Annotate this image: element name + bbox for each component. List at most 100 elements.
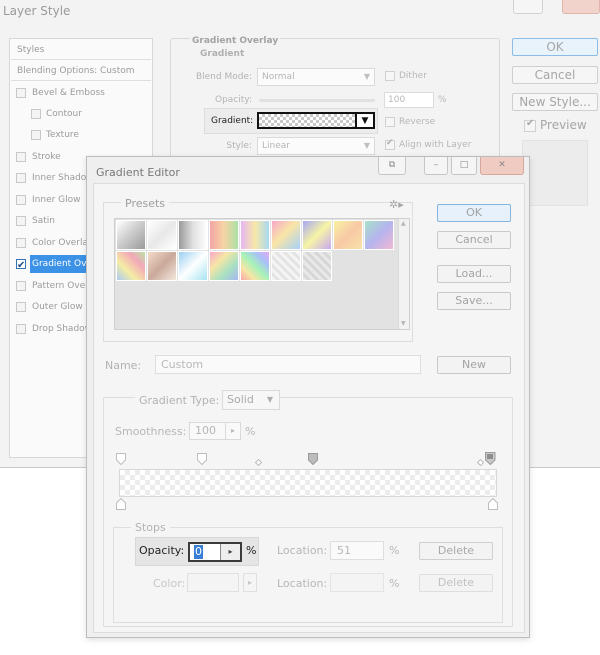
smoothness-input[interactable]: 100 ▸ (189, 422, 241, 440)
new-gradient-button[interactable]: New (437, 356, 511, 374)
delete-opacity-stop-button[interactable]: Delete (419, 542, 493, 560)
color-stop-marker[interactable] (488, 498, 498, 510)
inner-shadow-checkbox[interactable] (16, 173, 26, 183)
close-icon[interactable]: ✕ (480, 157, 524, 175)
style-label: Style: (226, 141, 252, 151)
preset-gradient-swatch[interactable] (302, 251, 332, 281)
load-button[interactable]: Load... (437, 265, 511, 283)
opacity-midpoint-marker[interactable] (477, 459, 484, 466)
opacity-midpoint-marker[interactable] (255, 459, 262, 466)
gradient-type-dropdown[interactable]: Solid ▼ (222, 390, 280, 410)
preset-gradient-swatch[interactable] (209, 251, 239, 281)
opacity-stop-marker[interactable] (197, 453, 207, 465)
color-location-unit: % (389, 577, 400, 590)
scroll-down-icon[interactable]: ▼ (401, 320, 406, 327)
preview-checkbox[interactable]: ✔ (524, 118, 536, 132)
outer-glow-checkbox[interactable] (16, 302, 26, 312)
opacity-unit: % (438, 95, 447, 105)
style-dropdown[interactable]: Linear ▼ (257, 137, 375, 155)
gradient-ok-button[interactable]: OK (437, 204, 511, 222)
color-location-label: Location: (277, 577, 328, 590)
align-with-layer-checkbox[interactable]: ✔ (385, 138, 395, 150)
pattern-overlay-checkbox[interactable] (16, 281, 26, 291)
layer-style-ok-button[interactable]: OK (512, 38, 598, 56)
preset-gradient-swatch[interactable] (178, 220, 208, 250)
opacity-stop-marker-selected[interactable] (308, 453, 318, 465)
satin-checkbox[interactable] (16, 216, 26, 226)
gradient-picker-dropdown[interactable]: ▼ (357, 112, 375, 129)
preset-gradient-swatch[interactable] (271, 251, 301, 281)
blending-options-item[interactable]: Blending Options: Custom (11, 61, 151, 81)
opacity-stop-marker[interactable] (116, 453, 126, 465)
preset-gradient-swatch[interactable] (116, 251, 146, 281)
blend-mode-dropdown[interactable]: Normal ▼ (257, 68, 375, 86)
restore-icon[interactable] (513, 0, 543, 14)
style-item-bevel-emboss[interactable]: Bevel & Emboss (11, 83, 151, 103)
preset-gradient-swatch[interactable] (302, 220, 332, 250)
gradient-name-input[interactable]: Custom (155, 355, 421, 374)
save-button[interactable]: Save... (437, 292, 511, 310)
restore-icon[interactable]: ⧉ (378, 157, 406, 175)
close-icon[interactable] (562, 0, 600, 14)
layer-style-cancel-button[interactable]: Cancel (512, 66, 598, 84)
texture-checkbox[interactable] (31, 130, 41, 140)
color-location-input[interactable] (330, 573, 384, 592)
gradient-overlay-title: Gradient Overlay (190, 36, 281, 46)
maximize-icon[interactable]: □ (451, 157, 477, 175)
preset-gradient-swatch[interactable] (209, 220, 239, 250)
preset-gradient-swatch[interactable] (240, 220, 270, 250)
style-item-texture[interactable]: Texture (11, 125, 151, 145)
chevron-right-icon[interactable]: ▸ (225, 423, 240, 439)
preset-gradient-swatch[interactable] (271, 220, 301, 250)
gradient-label: Gradient: (211, 116, 254, 126)
color-stop-marker[interactable] (116, 498, 126, 510)
contour-checkbox[interactable] (31, 109, 41, 119)
opacity-label: Opacity: (215, 95, 252, 105)
dither-label: Dither (399, 71, 427, 81)
style-item-contour[interactable]: Contour (11, 104, 151, 124)
gradient-preview-bar[interactable] (119, 469, 497, 497)
scroll-up-icon[interactable]: ▲ (401, 220, 406, 227)
inner-glow-checkbox[interactable] (16, 195, 26, 205)
opacity-stop-marker[interactable] (484, 452, 496, 465)
preset-gradient-swatch[interactable] (147, 251, 177, 281)
checkmark-icon: ✔ (386, 138, 394, 148)
preview-label: Preview (540, 118, 587, 132)
opacity-location-input[interactable]: 51 (330, 541, 384, 560)
styles-header[interactable]: Styles (11, 40, 151, 60)
stop-opacity-input[interactable]: 0 ▸ (188, 542, 242, 562)
stops-label: Stops (131, 521, 170, 534)
reverse-checkbox[interactable] (385, 117, 395, 127)
gradient-overlay-checkbox[interactable]: ✔ (16, 259, 26, 271)
bevel-emboss-checkbox[interactable] (16, 88, 26, 98)
delete-color-stop-button[interactable]: Delete (419, 574, 493, 592)
drop-shadow-checkbox[interactable] (16, 324, 26, 334)
chevron-right-icon[interactable]: ▸ (243, 573, 257, 592)
opacity-slider[interactable] (259, 99, 375, 102)
preset-gradient-swatch[interactable] (364, 220, 394, 250)
presets-scrollbar[interactable]: ▲ ▼ (398, 219, 409, 329)
gradient-picker-swatch[interactable] (257, 112, 357, 129)
preset-gradient-swatch[interactable] (333, 220, 363, 250)
gradient-cancel-button[interactable]: Cancel (437, 231, 511, 249)
chevron-right-icon[interactable]: ▸ (220, 544, 240, 560)
preset-gradient-swatch[interactable] (147, 220, 177, 250)
gear-icon[interactable]: ✲▸ (389, 198, 404, 211)
align-with-layer-label: Align with Layer (399, 140, 472, 150)
stop-color-swatch[interactable] (187, 573, 239, 592)
gradient-editor-window: Gradient Editor ⧉ – □ ✕ Presets ✲▸ ▲ ▼ O… (86, 156, 530, 638)
minimize-icon[interactable]: – (424, 157, 448, 175)
dither-checkbox[interactable] (385, 71, 395, 81)
preset-gradient-swatch[interactable] (116, 220, 146, 250)
chevron-down-icon: ▼ (363, 72, 370, 81)
new-style-button[interactable]: New Style... (512, 93, 598, 111)
stroke-checkbox[interactable] (16, 152, 26, 162)
style-preview-thumbnail (522, 140, 588, 206)
opacity-location-label: Location: (277, 544, 328, 557)
layer-style-titlebar: Layer Style (0, 0, 600, 26)
preset-gradient-swatch[interactable] (240, 251, 270, 281)
preset-gradient-swatch[interactable] (178, 251, 208, 281)
chevron-down-icon: ▼ (361, 116, 369, 126)
color-overlay-checkbox[interactable] (16, 238, 26, 248)
opacity-input[interactable]: 100 (384, 92, 434, 108)
